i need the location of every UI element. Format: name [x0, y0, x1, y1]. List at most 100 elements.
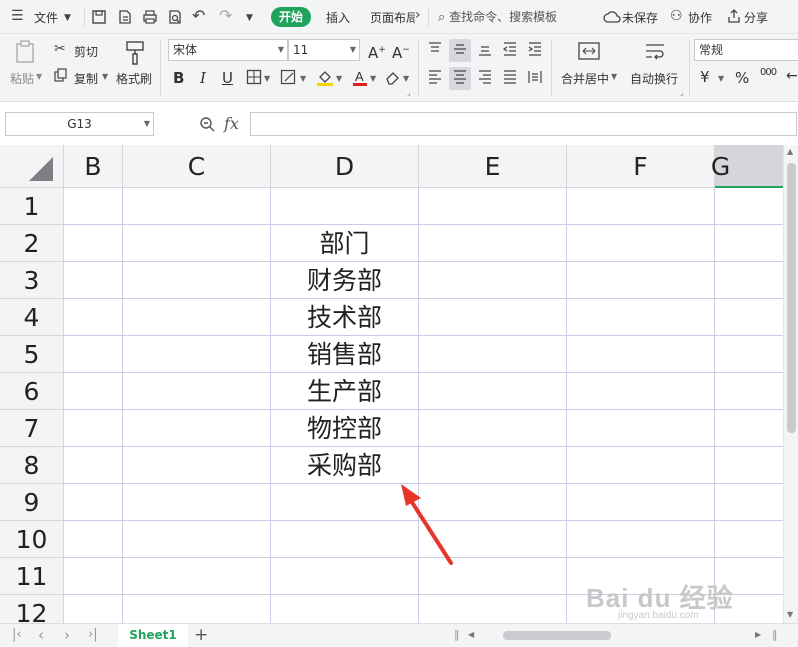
tab-insert[interactable]: 插入	[326, 9, 350, 26]
collaborate-button[interactable]: 协作	[688, 9, 712, 26]
align-bottom-icon[interactable]	[477, 41, 493, 60]
export-pdf-icon[interactable]	[117, 9, 133, 28]
fx-icon[interactable]: fx	[224, 114, 239, 133]
column-header-b[interactable]: B	[64, 145, 123, 188]
prev-sheet-icon[interactable]: ‹	[38, 626, 44, 644]
vertical-scrollbar[interactable]: ▲ ▼	[783, 145, 798, 623]
cell-style-icon[interactable]	[280, 69, 298, 88]
cell-d1[interactable]	[271, 188, 418, 225]
format-painter-button[interactable]: 格式刷	[116, 70, 152, 87]
print-icon[interactable]	[142, 9, 158, 28]
chevron-down-icon[interactable]: ▼	[718, 74, 724, 83]
chevron-right-icon[interactable]: ›	[415, 8, 421, 23]
row-header[interactable]: 3	[0, 262, 64, 299]
row-header[interactable]: 4	[0, 299, 64, 336]
redo-icon[interactable]: ↷	[219, 8, 232, 24]
share-button[interactable]: 分享	[744, 9, 768, 26]
row-header[interactable]: 2	[0, 225, 64, 262]
chevron-down-icon[interactable]: ▼	[264, 74, 270, 83]
currency-format-button[interactable]: ¥	[700, 68, 710, 86]
column-header-e[interactable]: E	[419, 145, 567, 188]
cell-d6[interactable]: 生产部	[271, 373, 418, 410]
format-painter-icon[interactable]	[125, 40, 145, 69]
row-header[interactable]: 11	[0, 558, 64, 595]
tab-start[interactable]: 开始	[271, 7, 311, 27]
column-header-c[interactable]: C	[123, 145, 271, 188]
clear-format-icon[interactable]	[384, 69, 402, 88]
cell-d7[interactable]: 物控部	[271, 410, 418, 447]
decimal-format-icon[interactable]: ←	[786, 68, 798, 84]
scroll-left-icon[interactable]: ◀	[468, 630, 474, 639]
copy-button[interactable]: 复制	[74, 70, 98, 87]
row-header[interactable]: 7	[0, 410, 64, 447]
column-header-d[interactable]: D	[271, 145, 419, 188]
formula-input[interactable]	[250, 112, 797, 136]
row-header[interactable]: 1	[0, 188, 64, 225]
unsaved-status[interactable]: 未保存	[622, 9, 658, 26]
first-sheet-icon[interactable]: |‹	[12, 627, 22, 642]
chevron-down-icon[interactable]: ▼	[64, 11, 71, 26]
distributed-align-icon[interactable]	[527, 69, 543, 88]
vertical-scroll-thumb[interactable]	[787, 163, 796, 433]
chevron-down-icon[interactable]: ▼	[246, 11, 253, 26]
paste-button[interactable]: 粘贴	[10, 70, 34, 87]
name-box[interactable]: G13 ▼	[5, 112, 154, 136]
wrap-text-icon[interactable]	[644, 42, 666, 63]
save-icon[interactable]	[91, 9, 107, 28]
scroll-up-icon[interactable]: ▲	[787, 147, 793, 156]
thousands-format-button[interactable]: 000	[760, 67, 777, 78]
last-sheet-icon[interactable]: ›|	[88, 627, 98, 642]
print-preview-icon[interactable]	[167, 9, 183, 28]
row-header[interactable]: 5	[0, 336, 64, 373]
copy-icon[interactable]	[54, 68, 68, 85]
sheet-tab-sheet1[interactable]: Sheet1	[118, 624, 188, 647]
increase-font-icon[interactable]: A+	[368, 42, 386, 61]
increase-indent-icon[interactable]	[527, 41, 543, 60]
font-name-select[interactable]: 宋体 ▼	[168, 39, 288, 61]
search-input[interactable]: 查找命令、搜索模板	[449, 10, 557, 24]
chevron-down-icon[interactable]: ▼	[403, 74, 409, 83]
hamburger-menu-icon[interactable]: ☰	[11, 9, 24, 24]
italic-icon[interactable]: I	[200, 70, 206, 86]
cell-d2[interactable]: 部门	[271, 225, 418, 262]
next-sheet-icon[interactable]: ›	[64, 626, 70, 644]
underline-icon[interactable]: U	[222, 70, 233, 86]
cut-button[interactable]: 剪切	[74, 43, 98, 60]
merge-center-button[interactable]: 合并居中	[561, 70, 609, 87]
font-dialog-launcher-icon[interactable]: ⌟	[407, 88, 411, 97]
column-header-f[interactable]: F	[567, 145, 715, 188]
cell-d5[interactable]: 销售部	[271, 336, 418, 373]
horizontal-scroll-thumb[interactable]	[503, 631, 611, 640]
align-left-icon[interactable]	[427, 69, 443, 88]
wrap-text-button[interactable]: 自动换行	[630, 70, 678, 87]
row-header[interactable]: 6	[0, 373, 64, 410]
chevron-down-icon[interactable]: ▼	[102, 72, 108, 81]
align-center-icon[interactable]	[449, 67, 471, 90]
cell-d12[interactable]	[271, 595, 418, 623]
scroll-right-icon[interactable]: ▶	[755, 630, 761, 639]
file-menu[interactable]: 文件	[34, 9, 58, 26]
alignment-dialog-launcher-icon[interactable]: ⌟	[680, 88, 684, 97]
cell-d4[interactable]: 技术部	[271, 299, 418, 336]
row-header[interactable]: 8	[0, 447, 64, 484]
row-header[interactable]: 12	[0, 595, 64, 623]
align-right-icon[interactable]	[477, 69, 493, 88]
decrease-indent-icon[interactable]	[502, 41, 518, 60]
paste-icon[interactable]	[14, 40, 36, 70]
tab-page-layout[interactable]: 页面布局	[370, 9, 415, 26]
fill-color-icon[interactable]	[316, 68, 334, 89]
zoom-icon[interactable]	[199, 116, 215, 134]
row-header[interactable]: 10	[0, 521, 64, 558]
align-middle-icon[interactable]	[449, 39, 471, 62]
add-sheet-icon[interactable]: +	[194, 625, 208, 645]
scissors-icon[interactable]: ✂	[54, 42, 66, 57]
number-format-select[interactable]: 常规	[694, 39, 798, 61]
chevron-down-icon[interactable]: ▼	[36, 72, 42, 81]
scroll-down-icon[interactable]: ▼	[787, 610, 793, 619]
chevron-down-icon[interactable]: ▼	[611, 72, 617, 81]
row-header[interactable]: 9	[0, 484, 64, 521]
chevron-down-icon[interactable]: ▼	[370, 74, 376, 83]
decrease-font-icon[interactable]: A−	[392, 42, 410, 61]
bold-icon[interactable]: B	[173, 70, 184, 86]
chevron-down-icon[interactable]: ▼	[300, 74, 306, 83]
